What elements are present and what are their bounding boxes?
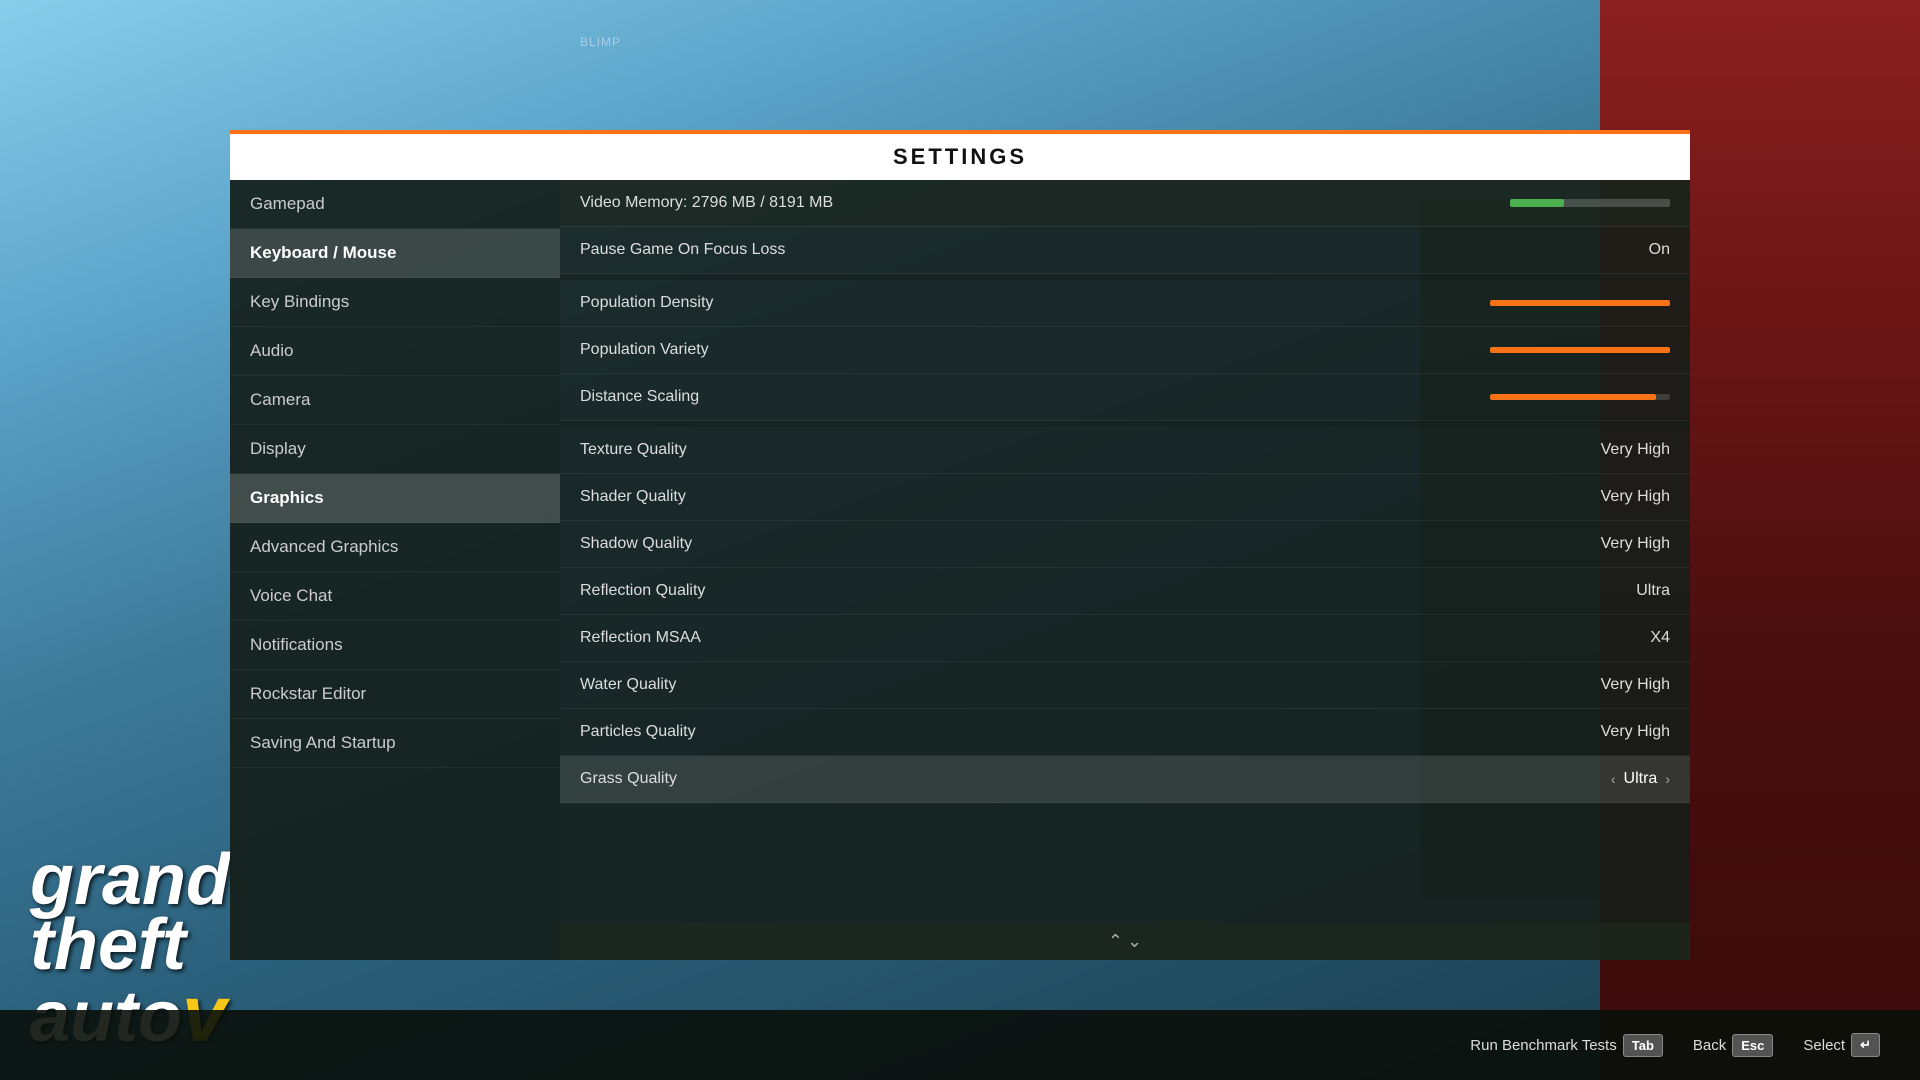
- distance-scaling-label: Distance Scaling: [580, 388, 1490, 406]
- nav-item-keyboard-mouse[interactable]: Keyboard / Mouse: [230, 229, 560, 278]
- video-memory-label: Video Memory: 2796 MB / 8191 MB: [580, 194, 1510, 212]
- particles-quality-value: Very High: [1601, 723, 1670, 741]
- back-key[interactable]: Esc: [1732, 1034, 1773, 1057]
- texture-quality-label: Texture Quality: [580, 441, 1601, 459]
- reflection-msaa-value: X4: [1650, 629, 1670, 647]
- arrow-right-icon[interactable]: ›: [1665, 771, 1670, 787]
- scroll-up-icon[interactable]: ⌃: [1108, 931, 1123, 952]
- population-density-slider[interactable]: [1490, 300, 1670, 306]
- pause-game-value: On: [1649, 241, 1670, 259]
- nav-item-saving-startup[interactable]: Saving And Startup: [230, 719, 560, 768]
- shadow-quality-label: Shadow Quality: [580, 535, 1601, 553]
- shader-quality-value: Very High: [1601, 488, 1670, 506]
- grass-quality-control[interactable]: ‹ Ultra ›: [1611, 770, 1670, 788]
- texture-quality-value: Very High: [1601, 441, 1670, 459]
- settings-title: SETTINGS: [893, 144, 1027, 169]
- scroll-down-icon[interactable]: ⌄: [1127, 931, 1142, 952]
- reflection-quality-value: Ultra: [1636, 582, 1670, 600]
- benchmark-label: Run Benchmark Tests: [1470, 1037, 1616, 1054]
- settings-panel: SETTINGS Gamepad Keyboard / Mouse Key Bi…: [230, 130, 1690, 960]
- nav-item-key-bindings[interactable]: Key Bindings: [230, 278, 560, 327]
- logo-line1: grand: [30, 848, 230, 913]
- population-density-label: Population Density: [580, 294, 1490, 312]
- particles-quality-label: Particles Quality: [580, 723, 1601, 741]
- setting-texture-quality[interactable]: Texture Quality Very High: [560, 427, 1690, 474]
- benchmark-action: Run Benchmark Tests Tab: [1470, 1034, 1663, 1057]
- nav-item-advanced-graphics[interactable]: Advanced Graphics: [230, 523, 560, 572]
- shadow-quality-value: Very High: [1601, 535, 1670, 553]
- reflection-quality-label: Reflection Quality: [580, 582, 1636, 600]
- population-variety-fill: [1490, 347, 1670, 353]
- population-variety-label: Population Variety: [580, 341, 1490, 359]
- setting-pause-game[interactable]: Pause Game On Focus Loss On: [560, 227, 1690, 274]
- select-key[interactable]: ↵: [1851, 1033, 1880, 1057]
- grass-quality-value: Ultra: [1624, 770, 1658, 788]
- setting-grass-quality[interactable]: Grass Quality ‹ Ultra ›: [560, 756, 1690, 803]
- back-label: Back: [1693, 1037, 1726, 1054]
- setting-reflection-quality[interactable]: Reflection Quality Ultra: [560, 568, 1690, 615]
- water-quality-value: Very High: [1601, 676, 1670, 694]
- nav-item-gamepad[interactable]: Gamepad: [230, 180, 560, 229]
- pause-game-label: Pause Game On Focus Loss: [580, 241, 1649, 259]
- nav-item-rockstar-editor[interactable]: Rockstar Editor: [230, 670, 560, 719]
- water-quality-label: Water Quality: [580, 676, 1601, 694]
- nav-item-audio[interactable]: Audio: [230, 327, 560, 376]
- setting-particles-quality[interactable]: Particles Quality Very High: [560, 709, 1690, 756]
- setting-shadow-quality[interactable]: Shadow Quality Very High: [560, 521, 1690, 568]
- setting-distance-scaling[interactable]: Distance Scaling: [560, 374, 1690, 421]
- population-variety-slider[interactable]: [1490, 347, 1670, 353]
- settings-content: Gamepad Keyboard / Mouse Key Bindings Au…: [230, 180, 1690, 960]
- settings-title-bar: SETTINGS: [230, 130, 1690, 180]
- nav-item-voice-chat[interactable]: Voice Chat: [230, 572, 560, 621]
- benchmark-key[interactable]: Tab: [1623, 1034, 1663, 1057]
- select-action: Select ↵: [1803, 1033, 1880, 1057]
- setting-population-variety[interactable]: Population Variety: [560, 327, 1690, 374]
- shader-quality-label: Shader Quality: [580, 488, 1601, 506]
- settings-main: Video Memory: 2796 MB / 8191 MB Pause Ga…: [560, 180, 1690, 960]
- bottom-bar: Run Benchmark Tests Tab Back Esc Select …: [0, 1010, 1920, 1080]
- setting-shader-quality[interactable]: Shader Quality Very High: [560, 474, 1690, 521]
- setting-water-quality[interactable]: Water Quality Very High: [560, 662, 1690, 709]
- grass-quality-label: Grass Quality: [580, 770, 1611, 788]
- setting-population-density[interactable]: Population Density: [560, 280, 1690, 327]
- reflection-msaa-label: Reflection MSAA: [580, 629, 1650, 647]
- population-density-fill: [1490, 300, 1670, 306]
- back-action: Back Esc: [1693, 1034, 1774, 1057]
- settings-nav: Gamepad Keyboard / Mouse Key Bindings Au…: [230, 180, 560, 960]
- video-memory-row: Video Memory: 2796 MB / 8191 MB: [560, 180, 1690, 227]
- nav-item-graphics[interactable]: Graphics: [230, 474, 560, 523]
- setting-reflection-msaa[interactable]: Reflection MSAA X4: [560, 615, 1690, 662]
- nav-item-display[interactable]: Display: [230, 425, 560, 474]
- select-label: Select: [1803, 1037, 1845, 1054]
- nav-item-notifications[interactable]: Notifications: [230, 621, 560, 670]
- distance-scaling-fill: [1490, 394, 1656, 400]
- scroll-indicator[interactable]: ⌃ ⌄: [560, 923, 1690, 960]
- blimp: BLIMP: [580, 35, 621, 49]
- distance-scaling-slider[interactable]: [1490, 394, 1670, 400]
- video-memory-fill: [1510, 199, 1564, 207]
- video-memory-bar: [1510, 199, 1670, 207]
- nav-item-camera[interactable]: Camera: [230, 376, 560, 425]
- arrow-left-icon[interactable]: ‹: [1611, 771, 1616, 787]
